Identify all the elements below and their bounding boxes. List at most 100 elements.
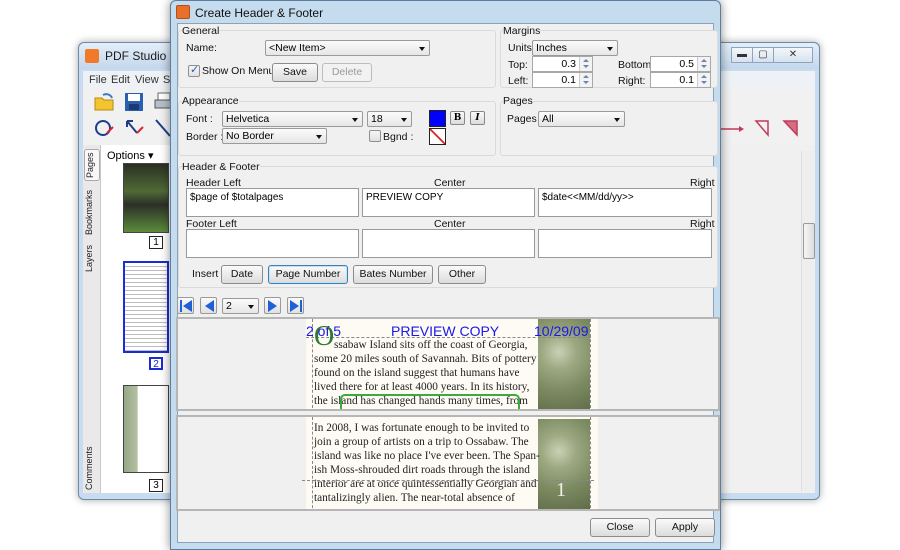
name-value: <New Item> [269, 42, 326, 54]
header-center-input[interactable]: PREVIEW COPY [362, 188, 535, 217]
spinner-arrows-icon[interactable] [579, 57, 592, 71]
pages-value: All [542, 113, 554, 125]
ellipse-annotation-icon[interactable] [93, 117, 115, 139]
save-disk-icon[interactable] [123, 91, 145, 113]
header-footer-group-title: Header & Footer [182, 161, 260, 173]
units-value: Inches [536, 42, 567, 54]
photo-page-number: 1 [556, 479, 566, 501]
arrow-line-icon[interactable] [719, 119, 745, 141]
page-number-dropdown[interactable]: 2 [222, 298, 259, 314]
chevron-down-icon [419, 47, 425, 51]
right-margin-spinner[interactable]: 0.1 [650, 72, 711, 88]
spinner-arrows-icon[interactable] [697, 73, 710, 87]
apply-button[interactable]: Apply [655, 518, 715, 537]
window-controls: ▬ ▢ ✕ [731, 47, 813, 63]
side-panel-tabs: Pages Bookmarks Layers Comments [83, 145, 101, 493]
background-checkbox[interactable] [369, 130, 381, 142]
insert-label: Insert [192, 268, 219, 280]
units-label: Units: [508, 42, 535, 54]
next-page-button[interactable] [264, 297, 281, 314]
thumbnail-number: 1 [149, 236, 163, 249]
menu-file[interactable]: File [89, 74, 107, 86]
footer-center-input[interactable] [362, 229, 535, 258]
pages-dropdown[interactable]: All [538, 111, 625, 127]
left-margin-spinner[interactable]: 0.1 [532, 72, 593, 88]
preview-header-center: PREVIEW COPY [391, 323, 500, 339]
header-right-input[interactable]: $date<<MM/dd/yy>> [538, 188, 712, 217]
left-margin-label: Left: [508, 75, 529, 87]
insert-other-button[interactable]: Other [438, 265, 486, 284]
page-text-line: found on the island suggest that humans … [314, 367, 520, 379]
thumbnail-page-3[interactable] [123, 385, 169, 473]
page-text-line: In 2008, I was fortunate enough to be in… [314, 422, 530, 434]
header-left-input[interactable]: $page of $totalpages [186, 188, 359, 217]
menu-edit[interactable]: Edit [111, 74, 130, 86]
menu-view[interactable]: View [135, 74, 159, 86]
top-margin-spinner[interactable]: 0.3 [532, 56, 593, 72]
close-button[interactable]: Close [590, 518, 650, 537]
page-text-line: interior are at once quintessentially Ge… [314, 478, 537, 490]
font-dropdown[interactable]: Helvetica [222, 111, 363, 127]
save-button[interactable]: Save [272, 63, 318, 82]
margins-group-title: Margins [503, 25, 541, 37]
units-dropdown[interactable]: Inches [532, 40, 618, 56]
scrollbar-thumb[interactable] [803, 223, 815, 259]
spinner-arrows-icon[interactable] [579, 73, 592, 87]
show-on-menu-checkbox[interactable] [188, 63, 200, 77]
bottom-margin-spinner[interactable]: 0.5 [650, 56, 711, 72]
minimize-icon[interactable]: ▬ [731, 47, 753, 63]
vertical-scrollbar[interactable] [801, 151, 815, 491]
chevron-down-icon [316, 135, 322, 139]
delete-button[interactable]: Delete [322, 63, 372, 82]
name-dropdown[interactable]: <New Item> [265, 40, 430, 56]
close-icon[interactable]: ✕ [773, 47, 813, 63]
thumbnail-panel: Options ▾ 1 2 3 [101, 145, 181, 493]
chevron-down-icon [352, 118, 358, 122]
font-label: Font : [186, 113, 213, 125]
font-size-dropdown[interactable]: 18 [367, 111, 412, 127]
drop-cap: O [314, 321, 335, 352]
chevron-down-icon [614, 118, 620, 122]
tab-pages[interactable]: Pages [84, 149, 100, 181]
polygon-icon[interactable] [753, 117, 775, 139]
tab-layers[interactable]: Layers [84, 243, 100, 273]
maximize-icon[interactable]: ▢ [752, 47, 774, 63]
italic-button[interactable]: I [470, 111, 485, 125]
top-margin-value: 0.3 [561, 58, 576, 70]
tab-comments[interactable]: Comments [84, 445, 100, 491]
border-value: No Border [226, 130, 274, 142]
border-dropdown[interactable]: No Border [222, 128, 327, 144]
right-margin-value: 0.1 [679, 74, 694, 86]
insert-page-number-button[interactable]: Page Number [268, 265, 348, 284]
filled-polygon-icon[interactable] [781, 117, 803, 139]
font-size-value: 18 [371, 113, 383, 125]
text-color-swatch[interactable] [429, 110, 446, 127]
previous-page-button[interactable] [200, 297, 217, 314]
page-text-line: ssabaw Island sits off the coast of Geor… [334, 339, 528, 351]
background-color-swatch[interactable] [429, 128, 446, 145]
open-folder-icon[interactable] [93, 91, 115, 113]
insert-bates-number-button[interactable]: Bates Number [353, 265, 433, 284]
first-page-button[interactable] [177, 297, 194, 314]
thumbnail-number: 2 [149, 357, 163, 370]
dialog-titlebar[interactable]: Create Header & Footer [171, 1, 720, 23]
bold-button[interactable]: B [450, 111, 465, 125]
name-label: Name: [186, 42, 217, 54]
last-page-button[interactable] [287, 297, 304, 314]
arrow-annotation-icon[interactable] [123, 117, 145, 139]
page-text-line: ish Moss-shrouded dirt roads through the… [314, 464, 530, 476]
footer-left-input[interactable] [186, 229, 359, 258]
thumbnail-page-2[interactable] [123, 261, 169, 353]
footer-right-input[interactable] [538, 229, 712, 258]
spinner-arrows-icon[interactable] [697, 57, 710, 71]
font-value: Helvetica [226, 113, 270, 125]
options-menu[interactable]: Options ▾ [107, 149, 154, 162]
left-margin-value: 0.1 [561, 74, 576, 86]
insert-date-button[interactable]: Date [221, 265, 263, 284]
preview-page-bottom: In 2008, I was fortunate enough to be in… [176, 415, 720, 511]
thumbnail-page-1[interactable] [123, 163, 169, 233]
right-margin-guide [590, 319, 591, 409]
preview-header-right: 10/29/09 [534, 323, 589, 339]
tab-bookmarks[interactable]: Bookmarks [84, 189, 100, 235]
app-logo-icon [176, 5, 190, 19]
